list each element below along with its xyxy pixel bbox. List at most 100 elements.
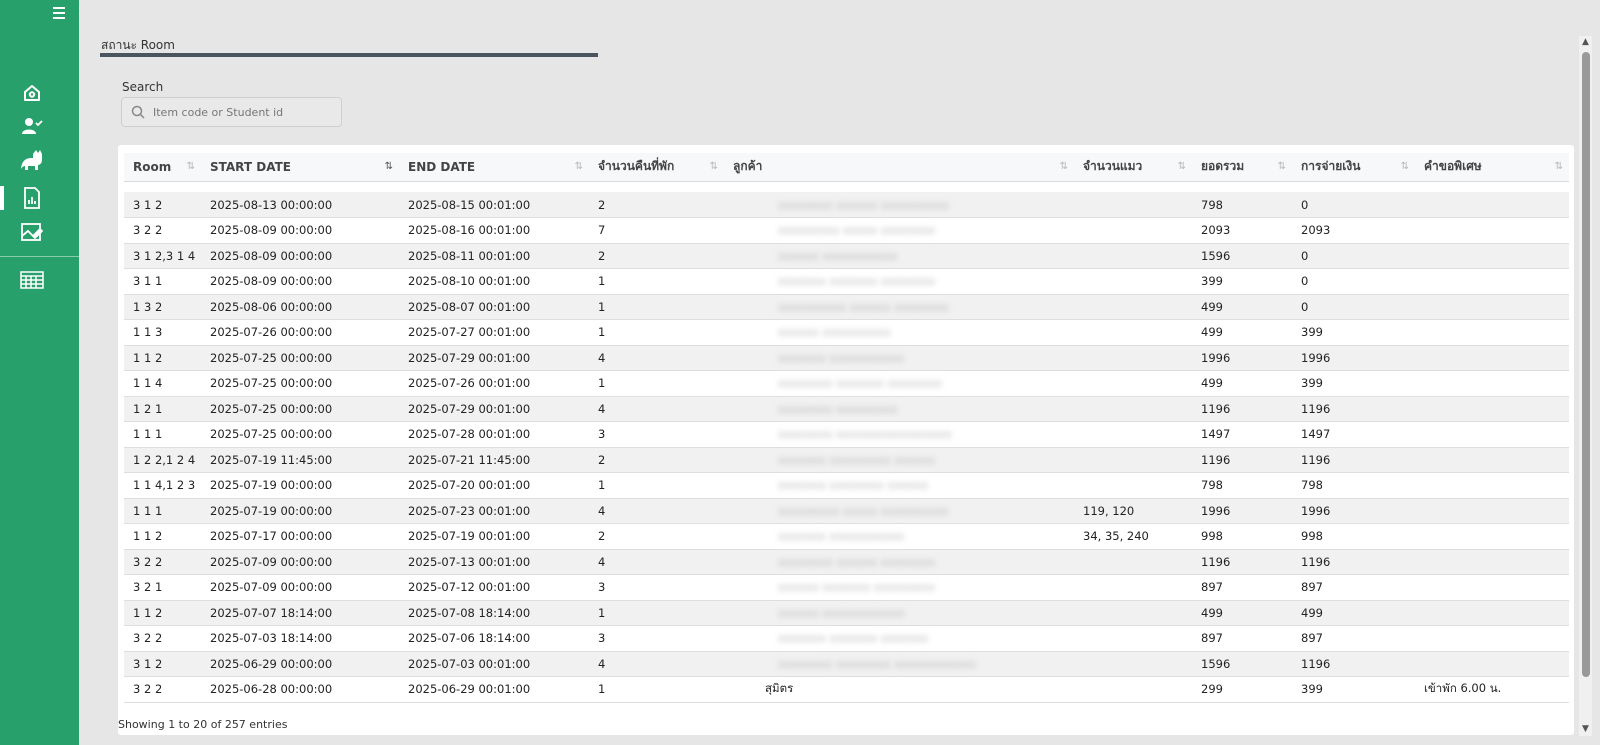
cell-customer-text: สุมิตร (765, 681, 794, 696)
col-header-payment[interactable]: การจ่ายเงิน ⇅ (1292, 153, 1415, 181)
table-row[interactable]: 1 2 1 2025-07-25 00:00:00 2025-07-29 00:01… (124, 396, 1569, 422)
cell-cats (1074, 345, 1192, 371)
table-row[interactable]: 3 2 2 2025-07-09 00:00:00 2025-07-13 00:01… (124, 549, 1569, 575)
table-row[interactable]: 3 1 2,3 1 4 2025-08-09 00:00:00 2025-08-11… (124, 243, 1569, 269)
sort-icon[interactable]: ⇅ (187, 161, 195, 172)
cell-total: 299 (1192, 677, 1292, 703)
cell-customer-text: xxxxxxxx xxxxxx xxxxxxxxxx (778, 197, 949, 212)
cell-total: 1996 (1192, 498, 1292, 524)
table-row[interactable]: 3 1 1 2025-08-09 00:00:00 2025-08-10 00:01… (124, 268, 1569, 295)
table-row[interactable]: 3 2 2 2025-06-28 00:00:00 2025-06-29 00:01… (124, 676, 1569, 703)
sort-icon[interactable]: ⇅ (1555, 161, 1563, 172)
cell-special-request (1415, 294, 1569, 320)
report-icon[interactable] (19, 185, 45, 211)
cell-end-date-text: 2025-07-23 00:01:00 (408, 503, 531, 518)
page-scrollbar[interactable]: ▲ ▼ (1579, 36, 1592, 736)
table-row[interactable]: 1 1 2 2025-07-17 00:00:00 2025-07-19 00:01… (124, 523, 1569, 550)
cell-total-text: 1196 (1201, 452, 1231, 467)
col-header-total[interactable]: ยอดรวม ⇅ (1192, 153, 1292, 181)
cell-room-text: 1 1 4 (133, 376, 163, 391)
cell-start-date: 2025-07-09 00:00:00 (201, 549, 399, 575)
cell-room: 1 2 2,1 2 4 (124, 447, 201, 473)
cell-customer: xxxxxxx xxxxxxx xxxxxxxx (724, 269, 1074, 295)
cell-customer: xxxxxxx xxxxxxxxxxx (724, 345, 1074, 371)
cell-cats (1074, 294, 1192, 320)
sort-icon[interactable]: ⇅ (1060, 161, 1068, 172)
cell-cats: 119, 120 (1074, 498, 1192, 524)
cell-room: 3 2 1 (124, 575, 201, 601)
cell-payment: 798 (1292, 473, 1415, 499)
calendar-grid-icon[interactable] (19, 267, 45, 293)
cell-start-date: 2025-07-19 00:00:00 (201, 473, 399, 499)
col-header-start-date[interactable]: START DATE ⇅ (201, 153, 399, 181)
sort-desc-icon[interactable]: ⇅ (385, 161, 393, 172)
table-row[interactable]: 3 1 2 2025-06-29 00:00:00 2025-07-03 00:01… (124, 651, 1569, 677)
table-row[interactable]: 3 2 1 2025-07-09 00:00:00 2025-07-12 00:01… (124, 574, 1569, 601)
cell-end-date-text: 2025-08-15 00:01:00 (408, 197, 531, 212)
cell-nights-text: 1 (598, 376, 606, 391)
cell-total: 399 (1192, 269, 1292, 295)
scroll-thumb[interactable] (1582, 52, 1590, 677)
sort-icon[interactable]: ⇅ (1401, 161, 1409, 172)
search-input[interactable] (153, 105, 333, 119)
table-row[interactable]: 3 1 2 2025-08-13 00:00:00 2025-08-15 00:01… (124, 192, 1569, 218)
sort-icon[interactable]: ⇅ (1278, 161, 1286, 172)
cell-end-date-text: 2025-07-21 11:45:00 (408, 452, 531, 467)
cell-cats (1074, 626, 1192, 652)
cell-start-date-text: 2025-07-19 00:00:00 (210, 478, 333, 493)
table-row[interactable]: 1 1 2 2025-07-07 18:14:00 2025-07-08 18:14… (124, 600, 1569, 626)
search-box[interactable] (121, 97, 342, 127)
cell-total-text: 897 (1201, 580, 1223, 595)
table-row[interactable]: 1 1 4 2025-07-25 00:00:00 2025-07-26 00:01… (124, 370, 1569, 396)
table-row[interactable]: 3 2 2 2025-07-03 18:14:00 2025-07-06 18:14… (124, 625, 1569, 652)
menu-toggle-icon[interactable] (50, 4, 68, 22)
cell-end-date: 2025-07-06 18:14:00 (399, 626, 589, 652)
cell-end-date-text: 2025-08-11 00:01:00 (408, 248, 531, 263)
cell-customer-text: xxxxxx xxxxxxxxxxx (778, 248, 898, 263)
cell-nights-text: 1 (598, 682, 606, 697)
col-header-end-date[interactable]: END DATE ⇅ (399, 153, 589, 181)
table-row[interactable]: 1 3 2 2025-08-06 00:00:00 2025-08-07 00:01… (124, 294, 1569, 320)
cell-payment-text: 0 (1301, 197, 1309, 212)
cell-end-date-text: 2025-07-20 00:01:00 (408, 478, 531, 493)
table-row[interactable]: 1 1 4,1 2 3 2025-07-19 00:00:00 2025-07-20… (124, 472, 1569, 499)
cell-total-text: 1996 (1201, 350, 1231, 365)
col-header-customer[interactable]: ลูกค้า ⇅ (724, 153, 1074, 181)
cell-payment: 1196 (1292, 549, 1415, 575)
scroll-up-icon[interactable]: ▲ (1579, 36, 1592, 49)
cell-room-text: 3 1 2 (133, 197, 163, 212)
image-edit-icon[interactable] (19, 219, 45, 245)
sort-icon[interactable]: ⇅ (575, 161, 583, 172)
cell-start-date: 2025-07-03 18:14:00 (201, 626, 399, 652)
table-row[interactable]: 1 2 2,1 2 4 2025-07-19 11:45:00 2025-07-21… (124, 447, 1569, 473)
col-header-cats[interactable]: จำนวนแมว ⇅ (1074, 153, 1192, 181)
cell-payment-text: 2093 (1301, 223, 1331, 238)
cell-total-text: 499 (1201, 299, 1223, 314)
user-check-icon[interactable] (19, 113, 45, 139)
cell-room: 1 1 1 (124, 422, 201, 448)
cell-end-date: 2025-07-12 00:01:00 (399, 575, 589, 601)
cell-payment-text: 1196 (1301, 452, 1331, 467)
table-row[interactable]: 3 2 2 2025-08-09 00:00:00 2025-08-16 00:01… (124, 217, 1569, 244)
scroll-down-icon[interactable]: ▼ (1579, 723, 1592, 736)
cell-room: 3 2 2 (124, 677, 201, 703)
sort-icon[interactable]: ⇅ (1178, 161, 1186, 172)
table-row[interactable]: 1 1 1 2025-07-19 00:00:00 2025-07-23 00:01… (124, 498, 1569, 524)
search-label: Search (122, 80, 164, 94)
cell-start-date-text: 2025-08-13 00:00:00 (210, 197, 333, 212)
cell-total: 1596 (1192, 651, 1292, 677)
table-row[interactable]: 1 1 3 2025-07-26 00:00:00 2025-07-27 00:01… (124, 319, 1569, 346)
cat-icon[interactable] (19, 147, 45, 173)
col-header-special-request[interactable]: คำขอพิเศษ ⇅ (1415, 153, 1569, 181)
cell-room: 3 2 2 (124, 218, 201, 244)
col-header-room[interactable]: Room ⇅ (124, 153, 201, 181)
cell-nights: 1 (589, 320, 724, 346)
cell-nights: 2 (589, 524, 724, 550)
table-row[interactable]: 1 1 2 2025-07-25 00:00:00 2025-07-29 00:01… (124, 345, 1569, 371)
cell-customer: สุมิตร (724, 677, 1074, 703)
col-header-nights[interactable]: จำนวนคืนที่พัก ⇅ (589, 153, 724, 181)
table-row[interactable]: 1 1 1 2025-07-25 00:00:00 2025-07-28 00:01… (124, 421, 1569, 448)
cell-customer-text: xxxxxxxx xxxxxxxxx (778, 401, 898, 416)
home-icon[interactable] (19, 80, 45, 106)
sort-icon[interactable]: ⇅ (710, 161, 718, 172)
